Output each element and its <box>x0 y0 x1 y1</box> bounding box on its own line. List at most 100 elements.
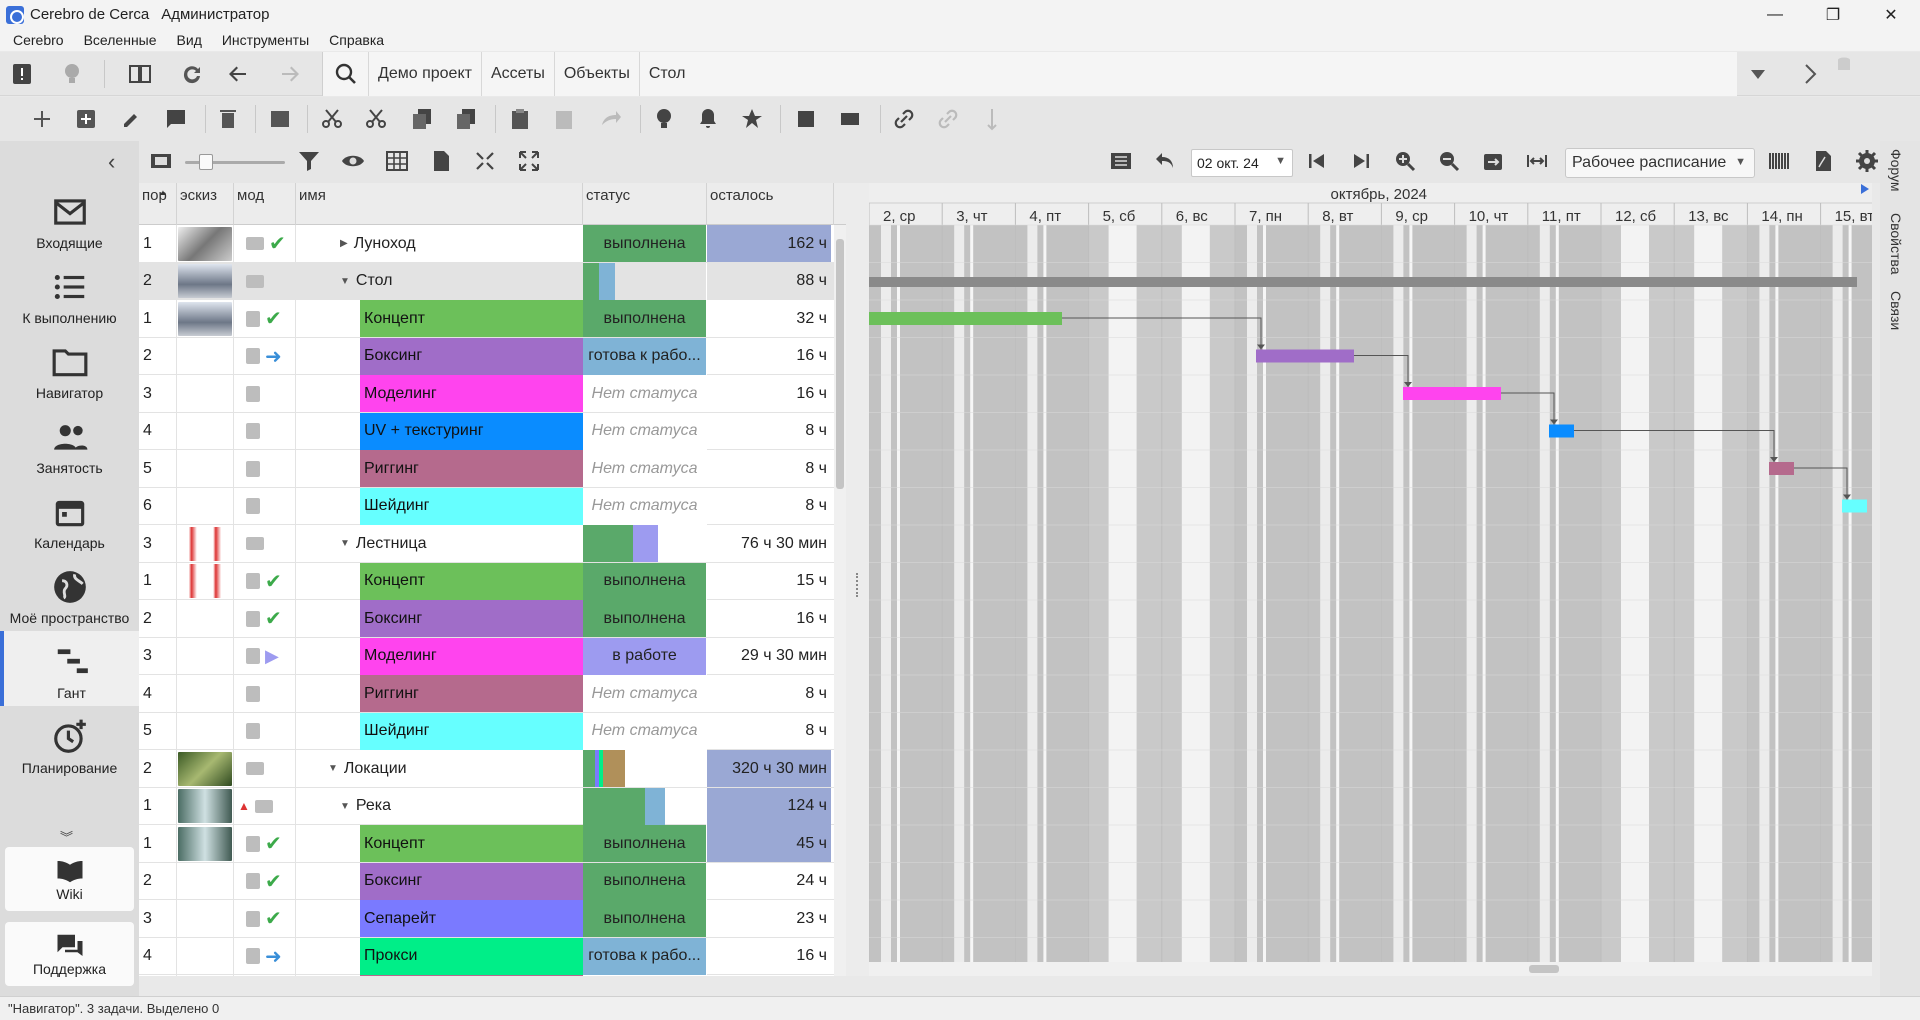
paste-special-icon[interactable] <box>550 105 578 133</box>
row-name-cell[interactable]: Боксинг <box>296 862 583 900</box>
table-row[interactable]: 4 Риггинг Нет статуса 8 ч <box>139 675 834 713</box>
nav-item-workload[interactable]: Занятость <box>0 406 139 481</box>
columns-icon[interactable] <box>1765 147 1793 175</box>
stack-icon[interactable] <box>266 105 294 133</box>
nav-item-todo[interactable]: К выполнению <box>0 256 139 331</box>
row-name-cell[interactable]: ▼ Река <box>296 788 583 825</box>
eye-icon[interactable] <box>339 147 367 175</box>
row-name-cell[interactable]: Концепт <box>296 825 583 862</box>
add-icon[interactable] <box>28 105 56 133</box>
table-row[interactable]: 5 Шейдинг Нет статуса 8 ч <box>139 712 834 750</box>
link-icon[interactable] <box>890 105 918 133</box>
breadcrumb-objects[interactable]: Объекты <box>555 52 640 96</box>
gantt-task-bar[interactable] <box>869 312 1062 325</box>
expanded-toggle-icon[interactable]: ▼ <box>340 538 350 549</box>
film-icon[interactable] <box>147 147 175 175</box>
table-row[interactable]: 2 ✔ Боксинг выполнена 24 ч <box>139 862 834 900</box>
nav-item-inbox[interactable]: Входящие <box>0 181 139 256</box>
row-status[interactable]: Нет статуса <box>583 975 707 976</box>
nav-item-navigator[interactable]: Навигатор <box>0 331 139 406</box>
table-row[interactable]: 1 ✔ Концепт выполнена 45 ч <box>139 825 834 863</box>
copy-icon[interactable] <box>408 105 436 133</box>
row-name-cell[interactable]: Риггинг <box>296 975 583 976</box>
row-status[interactable] <box>583 525 707 562</box>
row-status[interactable]: Нет статуса <box>583 487 707 525</box>
edit-icon[interactable] <box>118 105 146 133</box>
row-status[interactable]: в работе <box>583 637 707 675</box>
tab-links[interactable]: Связи <box>1888 291 1904 330</box>
bulb-icon[interactable] <box>58 60 86 88</box>
gantt-canvas[interactable]: октябрь, 2024 2, ср 3, чт 4, пт 5, сб 6, вс 7,… <box>869 183 1872 976</box>
schedule-select[interactable]: Рабочее расписание ▼ <box>1565 148 1755 178</box>
column-status[interactable]: статус <box>583 183 707 225</box>
table-row[interactable]: 3 ▼ Лестница 76 ч 30 мин <box>139 525 834 563</box>
nav-item-my-space[interactable]: Моё пространство <box>0 556 139 631</box>
expanded-toggle-icon[interactable]: ▼ <box>328 763 338 774</box>
table-row[interactable]: 2 ✔ Боксинг выполнена 16 ч <box>139 600 834 638</box>
row-name-cell[interactable]: UV + текстуринг <box>296 412 583 450</box>
column-mod[interactable]: мод <box>234 183 296 225</box>
table-row[interactable]: 1 ▲ ▼ Река 124 ч <box>139 787 834 825</box>
table-row[interactable]: 3 Моделинг Нет статуса 16 ч <box>139 375 834 413</box>
star-icon[interactable] <box>738 105 766 133</box>
gantt-task-bar[interactable] <box>1256 349 1354 363</box>
row-status[interactable]: выполнена <box>583 562 707 600</box>
list-view-icon[interactable] <box>1107 147 1135 175</box>
table-row[interactable]: 2 ▼ Стол 88 ч <box>139 262 834 300</box>
excel-export-icon[interactable] <box>427 147 455 175</box>
row-status[interactable] <box>583 262 707 300</box>
settings-gear-icon[interactable] <box>1853 147 1881 175</box>
nav-item-calendar[interactable]: Календарь <box>0 481 139 556</box>
row-status[interactable]: выполнена <box>583 862 707 900</box>
breadcrumb-project[interactable]: Демо проект <box>369 52 482 96</box>
pane-splitter[interactable] <box>846 183 869 976</box>
row-name-cell[interactable]: ▶ Луноход <box>296 225 583 262</box>
row-name-cell[interactable]: Моделинг <box>296 637 583 675</box>
row-status[interactable]: выполнена <box>583 825 707 862</box>
menu-tools[interactable]: Инструменты <box>209 32 316 48</box>
table-row[interactable]: 1 ✔ Концепт выполнена 15 ч <box>139 562 834 600</box>
row-name-cell[interactable]: Боксинг <box>296 337 583 375</box>
copy-special-icon[interactable] <box>452 105 480 133</box>
column-order[interactable]: пор <box>139 183 177 225</box>
table-row[interactable]: 3 ✔ Сепарейт выполнена 23 ч <box>139 900 834 938</box>
support-button[interactable]: Поддержка <box>5 922 134 986</box>
panels-icon[interactable] <box>126 60 154 88</box>
gantt-task-bar[interactable] <box>1403 387 1501 400</box>
row-name-cell[interactable]: Шейдинг <box>296 712 583 750</box>
idea-icon[interactable] <box>650 105 678 133</box>
table-row[interactable]: 6 Шейдинг Нет статуса 8 ч <box>139 487 834 525</box>
collapse-chevron-icon[interactable]: ‹ <box>108 149 115 175</box>
row-name-cell[interactable]: Концепт <box>296 300 583 337</box>
row-name-cell[interactable]: ▼ Локации <box>296 750 583 787</box>
row-status[interactable]: Нет статуса <box>583 675 707 712</box>
forward-icon[interactable] <box>276 60 304 88</box>
dependency-icon[interactable] <box>978 105 1006 133</box>
move-icon[interactable] <box>836 105 864 133</box>
row-status[interactable] <box>583 750 707 787</box>
zoom-in-icon[interactable] <box>1391 147 1419 175</box>
row-status[interactable]: выполнена <box>583 600 707 637</box>
column-thumb[interactable]: эскиз <box>177 183 234 225</box>
bell-icon[interactable] <box>694 105 722 133</box>
column-name[interactable]: имя <box>296 183 583 225</box>
row-status[interactable]: Нет статуса <box>583 712 707 750</box>
row-name-cell[interactable]: Моделинг <box>296 375 583 412</box>
filter-icon[interactable] <box>295 147 323 175</box>
breadcrumb-table[interactable]: Стол <box>640 52 695 96</box>
expand-more-icon[interactable]: ︾ <box>60 827 73 846</box>
table-row[interactable]: 4 UV + текстуринг Нет статуса 8 ч <box>139 412 834 450</box>
row-name-cell[interactable]: Прокси <box>296 937 583 975</box>
row-status[interactable]: выполнена <box>583 300 707 337</box>
menu-universes[interactable]: Вселенные <box>71 32 164 48</box>
cut-icon[interactable] <box>318 105 346 133</box>
minimize-button[interactable]: — <box>1746 0 1804 29</box>
row-name-cell[interactable]: Сепарейт <box>296 900 583 937</box>
gantt-horizontal-scrollbar[interactable] <box>869 962 1872 976</box>
tasks-icon[interactable] <box>792 105 820 133</box>
restore-button[interactable]: ❐ <box>1804 0 1862 29</box>
back-icon[interactable] <box>224 60 252 88</box>
dropdown-arrow-icon[interactable] <box>1744 60 1772 88</box>
row-name-cell[interactable]: Боксинг <box>296 600 583 637</box>
breadcrumb-assets[interactable]: Ассеты <box>482 52 555 96</box>
